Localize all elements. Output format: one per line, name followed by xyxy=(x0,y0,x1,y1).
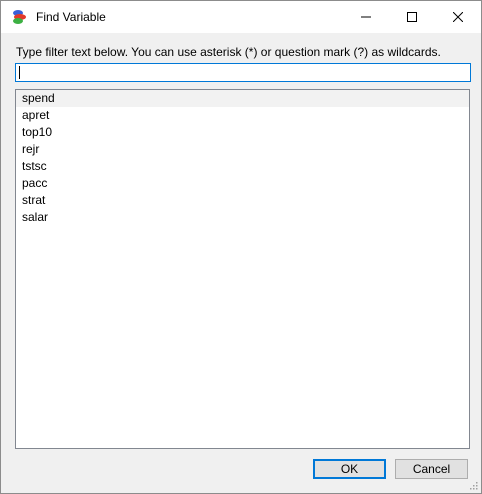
variable-item[interactable]: tstsc xyxy=(16,158,469,175)
find-variable-dialog: Find Variable Type filter text below. Yo… xyxy=(0,0,482,494)
close-button[interactable] xyxy=(435,1,481,33)
cancel-button[interactable]: Cancel xyxy=(395,459,468,479)
ok-button[interactable]: OK xyxy=(313,459,386,479)
resize-grip-icon[interactable] xyxy=(468,480,478,490)
title-bar[interactable]: Find Variable xyxy=(1,1,481,33)
maximize-icon xyxy=(407,12,417,22)
variable-item[interactable]: apret xyxy=(16,107,469,124)
minimize-button[interactable] xyxy=(343,1,389,33)
maximize-button[interactable] xyxy=(389,1,435,33)
filter-input[interactable] xyxy=(15,63,471,82)
variable-item[interactable]: spend xyxy=(16,90,469,107)
variable-list[interactable]: spend apret top10 rejr tstsc pacc strat … xyxy=(15,89,470,449)
text-caret xyxy=(19,66,20,79)
variable-item[interactable]: pacc xyxy=(16,175,469,192)
variable-item[interactable]: top10 xyxy=(16,124,469,141)
window-title: Find Variable xyxy=(36,10,106,24)
variable-item[interactable]: rejr xyxy=(16,141,469,158)
minimize-icon xyxy=(361,16,371,18)
close-icon xyxy=(453,12,463,22)
variable-item[interactable]: salar xyxy=(16,209,469,226)
app-icon xyxy=(13,10,26,24)
variable-item[interactable]: strat xyxy=(16,192,469,209)
filter-instruction: Type filter text below. You can use aste… xyxy=(16,45,441,59)
